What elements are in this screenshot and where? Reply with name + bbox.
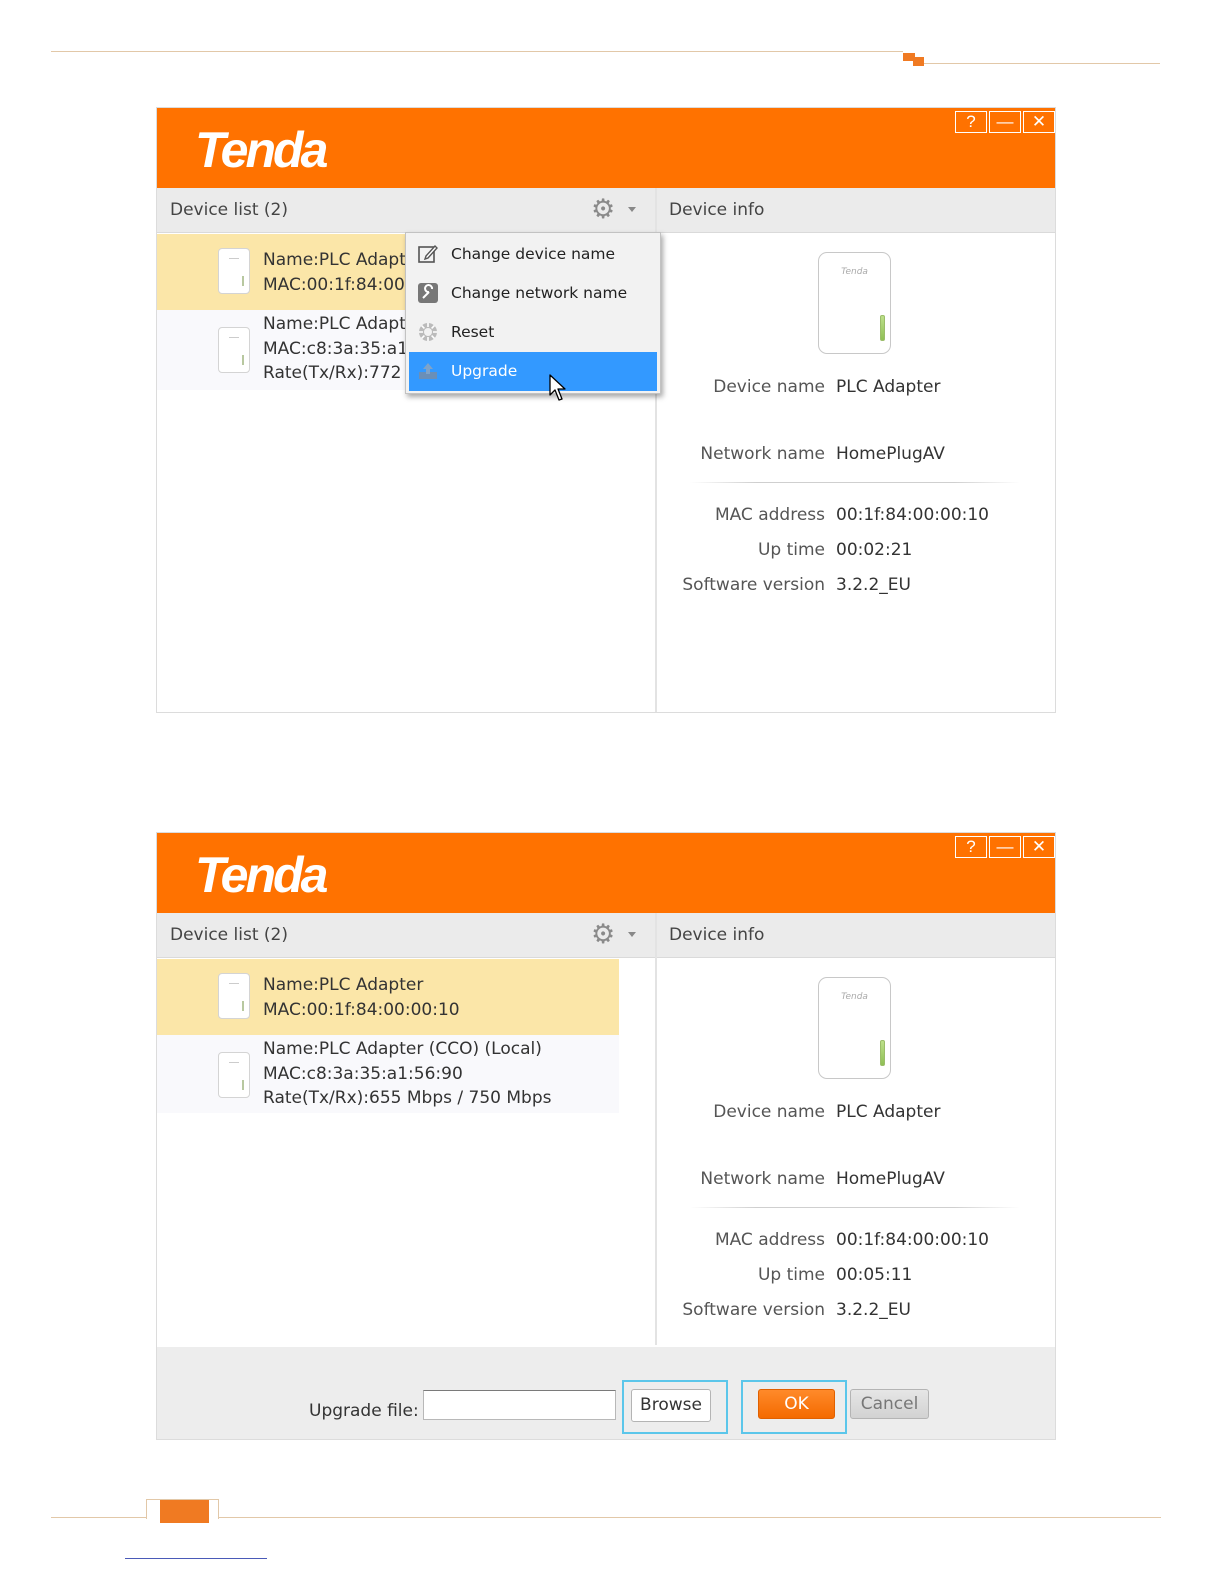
gear-icon[interactable]: ⚙ <box>591 921 621 948</box>
device-list-title: Device list (2) <box>170 925 288 945</box>
mac-label: MAC address <box>714 505 825 525</box>
browse-button[interactable]: Browse <box>631 1389 711 1422</box>
device-name-value: PLC Adapter <box>836 377 941 397</box>
device-name-label: Device name <box>713 377 825 397</box>
reset-icon <box>417 321 439 343</box>
device-info-header: Device info <box>657 913 1055 958</box>
footer-accent-block <box>160 1500 209 1523</box>
plc-adapter-image: Tenda <box>818 252 891 354</box>
software-value: 3.2.2_EU <box>836 1300 911 1320</box>
cancel-button[interactable]: Cancel <box>850 1389 929 1419</box>
menu-item-upgrade[interactable]: Upgrade <box>409 352 657 391</box>
device-info-title: Device info <box>669 925 765 945</box>
header-rule-right <box>924 63 1160 64</box>
window-controls: ? — ✕ <box>955 111 1055 133</box>
help-button[interactable]: ? <box>955 836 987 858</box>
device-name: Name:PLC Adapter (CCO) (Local) <box>263 1039 542 1059</box>
device-mac: MAC:00:1f:84:00:00:10 <box>263 999 460 1020</box>
header-rule-left <box>51 51 903 52</box>
device-list: Name:PLC Adapter MAC:00:1f:84:00:00:10 N… <box>157 959 655 1113</box>
mouse-cursor-icon <box>549 374 566 401</box>
chevron-down-icon[interactable] <box>628 207 636 212</box>
chevron-down-icon[interactable] <box>628 932 636 937</box>
close-button[interactable]: ✕ <box>1023 111 1055 133</box>
close-button[interactable]: ✕ <box>1023 836 1055 858</box>
software-value: 3.2.2_EU <box>836 575 911 595</box>
menu-item-reset[interactable]: Reset <box>409 313 657 352</box>
tenda-utility-window-2: Tenda ? — ✕ Device list (2) ⚙ Device inf… <box>156 832 1056 1440</box>
header-accent-block-2 <box>913 57 924 66</box>
network-name-value: HomePlugAV <box>836 1169 945 1189</box>
tenda-utility-window-1: Tenda ? — ✕ Device list (2) ⚙ Device inf… <box>156 107 1056 713</box>
panel-divider <box>655 913 657 1345</box>
footer-link-underline <box>125 1558 267 1559</box>
title-bar: Tenda ? — ✕ <box>157 833 1055 913</box>
plc-adapter-image: Tenda <box>818 977 891 1079</box>
tenda-logo: Tenda <box>195 847 328 903</box>
adapter-led <box>880 1040 885 1066</box>
network-name-label: Network name <box>700 1169 825 1189</box>
network-name-label: Network name <box>700 444 825 464</box>
software-label: Software version <box>682 1300 825 1320</box>
adapter-brand-mark: Tenda <box>841 267 868 277</box>
upgrade-bar: Upgrade file: Browse OK Cancel <box>157 1347 1055 1439</box>
help-button[interactable]: ? <box>955 111 987 133</box>
device-name-label: Device name <box>713 1102 825 1122</box>
info-divider <box>690 1207 1020 1208</box>
window-controls: ? — ✕ <box>955 836 1055 858</box>
minimize-button[interactable]: — <box>989 111 1021 133</box>
plc-adapter-icon <box>218 973 250 1019</box>
device-list-header: Device list (2) ⚙ <box>157 188 655 233</box>
device-context-menu: Change device name Change network name R… <box>405 232 661 394</box>
uptime-value: 00:05:11 <box>836 1265 913 1285</box>
menu-item-change-network-name[interactable]: Change network name <box>409 274 657 313</box>
mac-value: 00:1f:84:00:00:10 <box>836 505 989 525</box>
software-label: Software version <box>682 575 825 595</box>
menu-item-label: Change network name <box>451 284 628 302</box>
menu-item-label: Reset <box>451 323 495 341</box>
device-name-value: PLC Adapter <box>836 1102 941 1122</box>
device-info-title: Device info <box>669 200 765 220</box>
tenda-logo: Tenda <box>195 122 328 178</box>
network-name-value: HomePlugAV <box>836 444 945 464</box>
upgrade-file-label: Upgrade file: <box>309 1401 419 1421</box>
mac-label: MAC address <box>714 1230 825 1250</box>
plc-adapter-icon <box>218 327 250 373</box>
gear-icon[interactable]: ⚙ <box>591 196 621 223</box>
uptime-label: Up time <box>757 1265 825 1285</box>
adapter-led <box>880 315 885 341</box>
uptime-value: 00:02:21 <box>836 540 913 560</box>
uptime-label: Up time <box>757 540 825 560</box>
device-row[interactable]: Name:PLC Adapter (CCO) (Local) MAC:c8:3a… <box>157 1035 619 1113</box>
menu-item-change-device-name[interactable]: Change device name <box>409 235 657 274</box>
minimize-button[interactable]: — <box>989 836 1021 858</box>
plc-adapter-icon <box>218 1052 250 1098</box>
device-mac: MAC:c8:3a:35:a1:56:90 <box>263 1063 463 1084</box>
upgrade-file-input[interactable] <box>423 1390 616 1420</box>
device-list-header: Device list (2) ⚙ <box>157 913 655 958</box>
device-row-selected[interactable]: Name:PLC Adapter MAC:00:1f:84:00:00:10 <box>157 959 619 1035</box>
adapter-brand-mark: Tenda <box>841 992 868 1002</box>
upload-icon <box>417 360 439 382</box>
edit-icon <box>417 243 439 265</box>
menu-item-label: Change device name <box>451 245 616 263</box>
device-rate: Rate(Tx/Rx):655 Mbps / 750 Mbps <box>263 1088 552 1108</box>
wrench-icon <box>417 282 439 304</box>
device-info-header: Device info <box>657 188 1055 233</box>
mac-value: 00:1f:84:00:00:10 <box>836 1230 989 1250</box>
device-list-title: Device list (2) <box>170 200 288 220</box>
device-name: Name:PLC Adapter <box>263 975 424 995</box>
plc-adapter-icon <box>218 248 250 294</box>
ok-button[interactable]: OK <box>758 1389 835 1419</box>
info-divider <box>690 482 1020 483</box>
title-bar: Tenda ? — ✕ <box>157 108 1055 188</box>
menu-item-label: Upgrade <box>451 362 518 380</box>
